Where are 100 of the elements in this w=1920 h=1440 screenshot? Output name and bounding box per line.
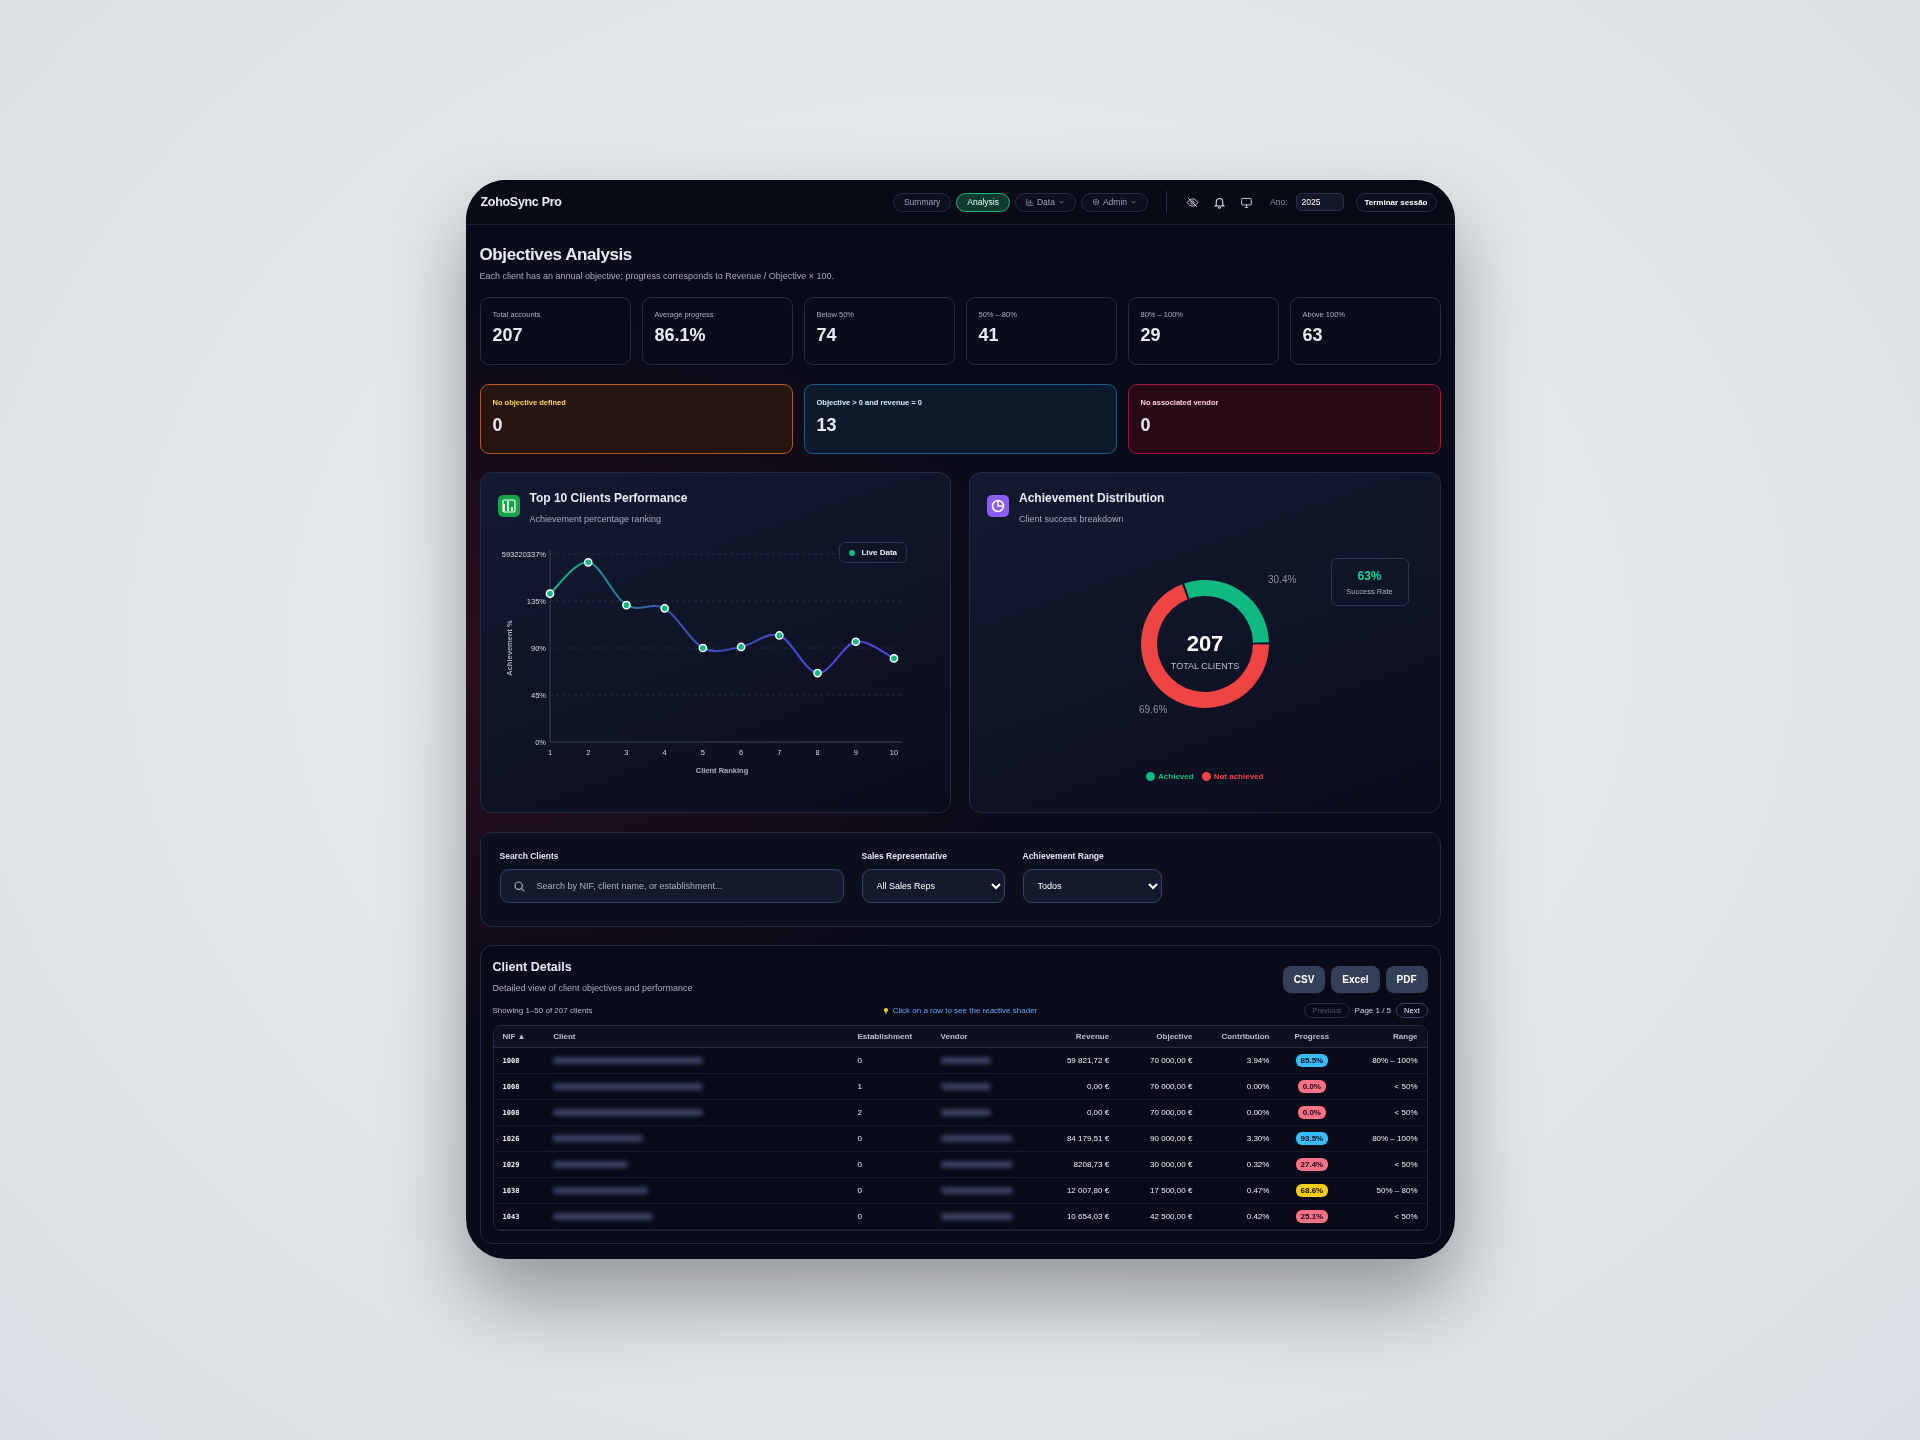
alert-value: 13 — [816, 415, 838, 436]
table-cell: 0 — [848, 1203, 932, 1230]
live-badge: Live Data — [839, 542, 907, 563]
stat-value: 63 — [1302, 325, 1324, 346]
table-cell: 70 000,00 € — [1118, 1073, 1202, 1100]
progress-badge: 0.0% — [1297, 1106, 1326, 1119]
search-icon — [512, 879, 526, 893]
table-cell: 0 — [848, 1125, 932, 1152]
table-cell: 0.47% — [1201, 1177, 1279, 1204]
monitor-icon[interactable] — [1240, 195, 1253, 209]
column-header[interactable]: NIF ▲ — [493, 1026, 545, 1048]
results-count: Showing 1–50 of 207 clients — [492, 1006, 594, 1015]
caret-icon — [1130, 198, 1137, 206]
slice-label: 30.4% — [1268, 574, 1297, 585]
table-cell: 80% – 100% — [1345, 1125, 1427, 1152]
table-cell: 0.00% — [1201, 1073, 1279, 1100]
year-field[interactable]: 2025 — [1295, 193, 1344, 211]
data-point — [889, 654, 898, 663]
table-cell: 70 000,00 € — [1118, 1099, 1202, 1126]
column-header[interactable]: Range — [1345, 1026, 1427, 1048]
field-label: Sales Representative — [861, 851, 949, 861]
donut-total: 207 — [1186, 631, 1224, 656]
table-cell: < 50% — [1345, 1203, 1427, 1230]
data-point — [583, 558, 593, 567]
page-indicator: Page 1 / 5 — [1354, 1006, 1392, 1015]
nav-tab[interactable]: Summary — [892, 192, 952, 212]
column-header[interactable]: Contribution — [1201, 1026, 1279, 1048]
year-label: Ano: — [1270, 197, 1288, 207]
progress-badge: 25.1% — [1295, 1210, 1329, 1223]
column-header[interactable]: Vendor — [931, 1026, 1025, 1048]
progress-badge: 68.6% — [1295, 1184, 1329, 1197]
chart-title: Top 10 Clients Performance — [529, 491, 688, 505]
table-cell: 70 000,00 € — [1118, 1047, 1202, 1074]
table-cell: 8208,73 € — [1024, 1151, 1119, 1178]
table-subtitle: Detailed view of client objectives and performance — [492, 983, 693, 993]
export-button[interactable]: Excel — [1331, 966, 1380, 993]
slice-label: 69.6% — [1139, 704, 1168, 715]
bar-chart-icon — [1025, 198, 1034, 206]
nav-tab[interactable]: Admin — [1080, 192, 1148, 212]
caret-icon — [1057, 198, 1065, 206]
search-input[interactable]: Search by NIF, client name, or establishment... — [534, 880, 831, 892]
table-cell: 42 500,00 € — [1118, 1203, 1202, 1230]
data-point — [659, 603, 669, 613]
app-brand: ZohoSync Pro — [480, 195, 562, 209]
data-point — [812, 668, 822, 678]
page-subtitle: Each client has an annual objective; progress corresponds to Revenue / Objective × 100. — [479, 271, 835, 281]
table-cell: 1 — [848, 1073, 932, 1100]
table-cell: 0 — [848, 1177, 932, 1204]
table-cell: 50% – 80% — [1345, 1177, 1427, 1204]
data-point — [736, 642, 745, 652]
table-cell: < 50% — [1345, 1151, 1427, 1178]
lightbulb-icon — [882, 1006, 889, 1015]
gear-icon — [1091, 198, 1100, 206]
chart-subtitle: Achievement percentage ranking — [529, 514, 663, 524]
table-cell: 90 000,00 € — [1118, 1125, 1202, 1152]
alert-value: 0 — [1140, 415, 1152, 436]
table-cell: 80% – 100% — [1345, 1047, 1427, 1074]
legend-label: Achieved — [1158, 772, 1194, 781]
table-cell: 2 — [848, 1099, 932, 1126]
blurred-text — [940, 1083, 991, 1091]
table-cell: 3.30% — [1201, 1125, 1279, 1152]
table-cell: < 50% — [1345, 1073, 1427, 1100]
data-point — [621, 600, 631, 610]
bell-icon[interactable] — [1213, 195, 1226, 209]
rep-dropdown[interactable]: All Sales Reps — [861, 869, 1005, 903]
blurred-text — [940, 1057, 991, 1065]
table-cell: 84 179,51 € — [1024, 1125, 1119, 1152]
table-cell: 10 654,03 € — [1024, 1203, 1119, 1230]
column-header[interactable]: Establishment — [848, 1026, 932, 1048]
column-header[interactable]: Objective — [1118, 1026, 1202, 1048]
table-cell: 17 500,00 € — [1118, 1177, 1202, 1204]
nav-tab[interactable]: Analysis — [956, 192, 1010, 212]
stat-value: 207 — [492, 325, 524, 346]
stat-value: 86.1% — [654, 325, 707, 346]
column-header[interactable]: Revenue — [1024, 1026, 1119, 1048]
table-cell: 0.42% — [1201, 1203, 1279, 1230]
column-header[interactable]: Progress — [1278, 1026, 1346, 1048]
stat-value: 41 — [978, 325, 1000, 346]
hidden-eye-icon[interactable] — [1186, 195, 1199, 209]
progress-badge: 85.5% — [1295, 1054, 1329, 1067]
table-cell: 3.94% — [1201, 1047, 1279, 1074]
range-dropdown[interactable]: Todos — [1022, 869, 1162, 903]
progress-badge: 93.5% — [1295, 1132, 1329, 1145]
table-cell: 0,00 € — [1024, 1073, 1119, 1100]
export-button[interactable]: CSV — [1282, 966, 1326, 993]
table-cell: 0,00 € — [1024, 1099, 1119, 1126]
data-point — [698, 643, 707, 653]
search-field[interactable]: Search by NIF, client name, or establishment... — [499, 869, 844, 903]
nav-tab[interactable]: Data — [1014, 192, 1076, 212]
logout-button[interactable]: Terminar sessão — [1355, 192, 1437, 212]
export-button[interactable]: PDF — [1385, 966, 1428, 993]
chart-title: Achievement Distribution — [1019, 491, 1165, 505]
page-title: Objectives Analysis — [479, 245, 633, 265]
alert-value: 0 — [492, 415, 504, 436]
rate-value: 63% — [1357, 568, 1382, 583]
field-label: Search Clients — [499, 851, 560, 861]
progress-badge: 0.0% — [1297, 1080, 1326, 1093]
progress-badge: 27.4% — [1295, 1158, 1329, 1171]
bar-chart-icon — [497, 495, 520, 517]
column-header[interactable]: Client — [544, 1026, 849, 1048]
